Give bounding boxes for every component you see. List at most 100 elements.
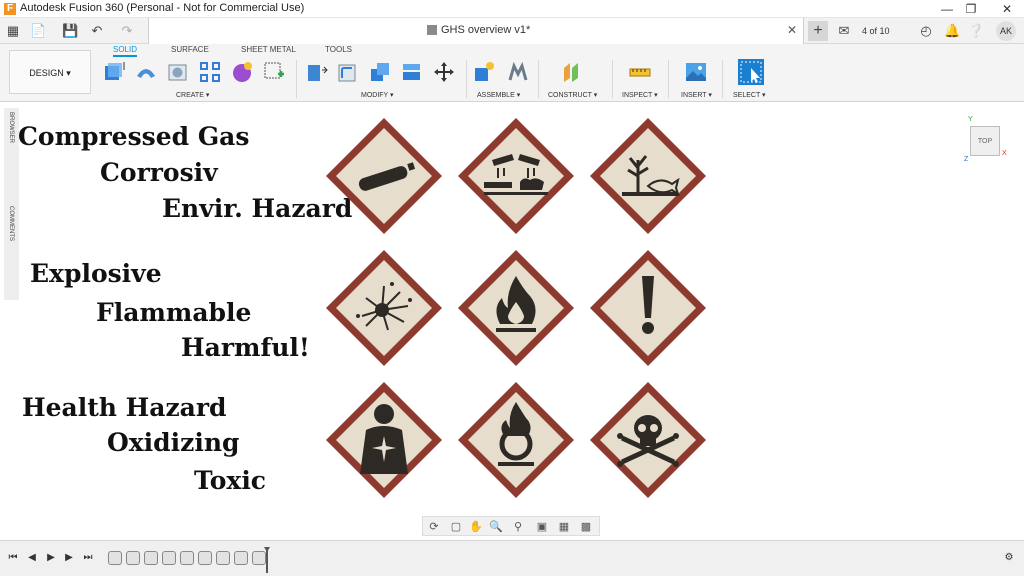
data-panel-grid-icon[interactable]: ▦ xyxy=(6,22,20,40)
redo-icon[interactable]: ↷ xyxy=(118,22,136,40)
tab-solid[interactable]: SOLID xyxy=(113,45,138,57)
joint-icon[interactable] xyxy=(506,60,530,84)
create-menu[interactable]: CREATE ▾ xyxy=(176,91,209,99)
ghs-oxidizing-diamond[interactable] xyxy=(454,378,578,502)
new-tab-button[interactable]: + xyxy=(808,21,828,41)
job-status-text: 4 of 10 xyxy=(862,26,890,36)
ghs-health-hazard-diamond[interactable] xyxy=(322,378,446,502)
ghs-environmental-hazard-diamond[interactable] xyxy=(586,114,710,238)
tab-sheet-metal[interactable]: SHEET METAL xyxy=(241,45,296,54)
ghs-compressed-gas-diamond[interactable] xyxy=(322,114,446,238)
new-component-icon[interactable] xyxy=(102,60,126,84)
navigation-bar: ⟳ ▢ ✋ 🔍 ⚲ ▣ ▦ ▩ xyxy=(422,516,600,536)
construct-menu[interactable]: CONSTRUCT ▾ xyxy=(548,91,597,99)
timeline-feature[interactable] xyxy=(198,551,212,565)
undo-icon[interactable]: ↶ xyxy=(88,22,106,40)
hole-icon[interactable] xyxy=(166,60,190,84)
modify-group-label: MODIFY xyxy=(361,92,389,99)
timeline-feature[interactable] xyxy=(144,551,158,565)
timeline-feature[interactable] xyxy=(126,551,140,565)
play-icon[interactable]: ▶ xyxy=(44,551,58,565)
grid-settings-icon[interactable]: ▦ xyxy=(557,520,571,534)
insert-image-icon[interactable] xyxy=(684,60,708,84)
label-oxidizing: Oxidizing xyxy=(107,428,240,457)
timeline-feature[interactable] xyxy=(216,551,230,565)
save-icon[interactable]: 💾 xyxy=(62,22,78,40)
label-harmful: Harmful! xyxy=(181,333,310,362)
notifications-bell-icon[interactable]: 🔔 xyxy=(944,22,960,40)
tab-surface[interactable]: SURFACE xyxy=(171,45,209,54)
toolbar-separator xyxy=(612,60,613,98)
pattern-icon[interactable] xyxy=(198,60,222,84)
inspect-menu[interactable]: INSPECT ▾ xyxy=(622,91,658,99)
viewcube-top-face[interactable]: TOP xyxy=(970,126,1000,156)
tab-strip: ▦ 📄 💾 ↶ ↷ GHS overview v1* ✕ + ✉ 4 of 10… xyxy=(0,18,1024,44)
close-window-button[interactable]: ✕ xyxy=(992,0,1022,18)
measure-icon[interactable] xyxy=(628,60,652,84)
ghs-flammable-diamond[interactable] xyxy=(454,246,578,370)
go-to-end-icon[interactable]: ⏭ xyxy=(81,551,95,565)
select-menu[interactable]: SELECT ▾ xyxy=(733,91,766,99)
toolbar-separator xyxy=(466,60,467,98)
timeline-settings-gear-icon[interactable]: ⚙ xyxy=(1002,551,1016,565)
history-icon[interactable]: ◴ xyxy=(918,22,934,40)
press-pull-icon[interactable] xyxy=(304,60,328,84)
display-settings-icon[interactable]: ▣ xyxy=(535,520,549,534)
step-back-icon[interactable]: ◀ xyxy=(25,551,39,565)
x-axis-label: X xyxy=(1002,150,1007,157)
extensions-icon[interactable]: ✉ xyxy=(836,22,852,40)
label-compressed-gas: Compressed Gas xyxy=(18,122,250,151)
shell-icon[interactable] xyxy=(368,60,392,84)
move-icon[interactable] xyxy=(432,60,456,84)
tab-tools[interactable]: TOOLS xyxy=(325,45,352,54)
zoom-icon[interactable]: 🔍 xyxy=(489,520,503,534)
offset-plane-icon[interactable] xyxy=(560,60,584,84)
workspace-switcher[interactable]: DESIGN ▾ xyxy=(9,50,91,94)
revolve-icon[interactable] xyxy=(134,60,158,84)
job-status[interactable]: 4 of 10 xyxy=(862,21,906,41)
pan-hand-icon[interactable]: ✋ xyxy=(469,520,483,534)
select-icon[interactable] xyxy=(737,58,765,86)
new-component-assemble-icon[interactable] xyxy=(472,60,496,84)
ghs-corrosive-diamond[interactable] xyxy=(454,114,578,238)
orbit-icon[interactable]: ⟳ xyxy=(427,520,441,534)
look-at-icon[interactable]: ▢ xyxy=(449,520,463,534)
create-sketch-icon[interactable] xyxy=(262,60,286,84)
timeline-feature[interactable] xyxy=(234,551,248,565)
help-icon[interactable]: ❔ xyxy=(968,22,984,40)
form-icon[interactable] xyxy=(230,60,254,84)
fillet-icon[interactable] xyxy=(336,60,360,84)
workspace-label: DESIGN xyxy=(29,68,64,78)
document-icon xyxy=(427,25,437,35)
select-group-label: SELECT xyxy=(733,92,761,99)
timeline-feature[interactable] xyxy=(108,551,122,565)
viewports-icon[interactable]: ▩ xyxy=(579,520,593,534)
browser-panel[interactable]: BROWSER COMMENTS xyxy=(4,108,19,300)
maximize-button[interactable]: ❐ xyxy=(956,0,986,18)
toolbar-separator xyxy=(538,60,539,98)
go-to-start-icon[interactable]: ⏮ xyxy=(6,551,20,565)
ghs-explosive-diamond[interactable] xyxy=(322,246,446,370)
close-tab-icon[interactable]: ✕ xyxy=(787,23,797,37)
insert-menu[interactable]: INSERT ▾ xyxy=(681,91,712,99)
step-forward-icon[interactable]: ▶ xyxy=(62,551,76,565)
toolbar-separator xyxy=(722,60,723,98)
modify-menu[interactable]: MODIFY ▾ xyxy=(361,91,394,99)
comments-tab[interactable]: COMMENTS xyxy=(8,206,14,241)
file-menu-icon[interactable]: 📄 xyxy=(30,22,46,40)
timeline-feature[interactable] xyxy=(252,551,266,565)
timeline-feature[interactable] xyxy=(180,551,194,565)
combine-icon[interactable] xyxy=(400,60,424,84)
fit-icon[interactable]: ⚲ xyxy=(511,520,525,534)
ghs-harmful-diamond[interactable] xyxy=(586,246,710,370)
viewcube[interactable]: TOP Y Z X xyxy=(962,116,1010,166)
timeline-feature[interactable] xyxy=(162,551,176,565)
assemble-menu[interactable]: ASSEMBLE ▾ xyxy=(477,91,520,99)
timeline: ⏮ ◀ ▶ ▶ ⏭ ⚙ xyxy=(0,540,1024,576)
label-toxic: Toxic xyxy=(194,466,267,495)
document-tab[interactable]: GHS overview v1* ✕ xyxy=(148,18,804,44)
ghs-toxic-diamond[interactable] xyxy=(586,378,710,502)
inspect-group-label: INSPECT xyxy=(622,92,653,99)
user-avatar[interactable]: AK xyxy=(996,21,1016,41)
browser-tab[interactable]: BROWSER xyxy=(8,112,14,143)
